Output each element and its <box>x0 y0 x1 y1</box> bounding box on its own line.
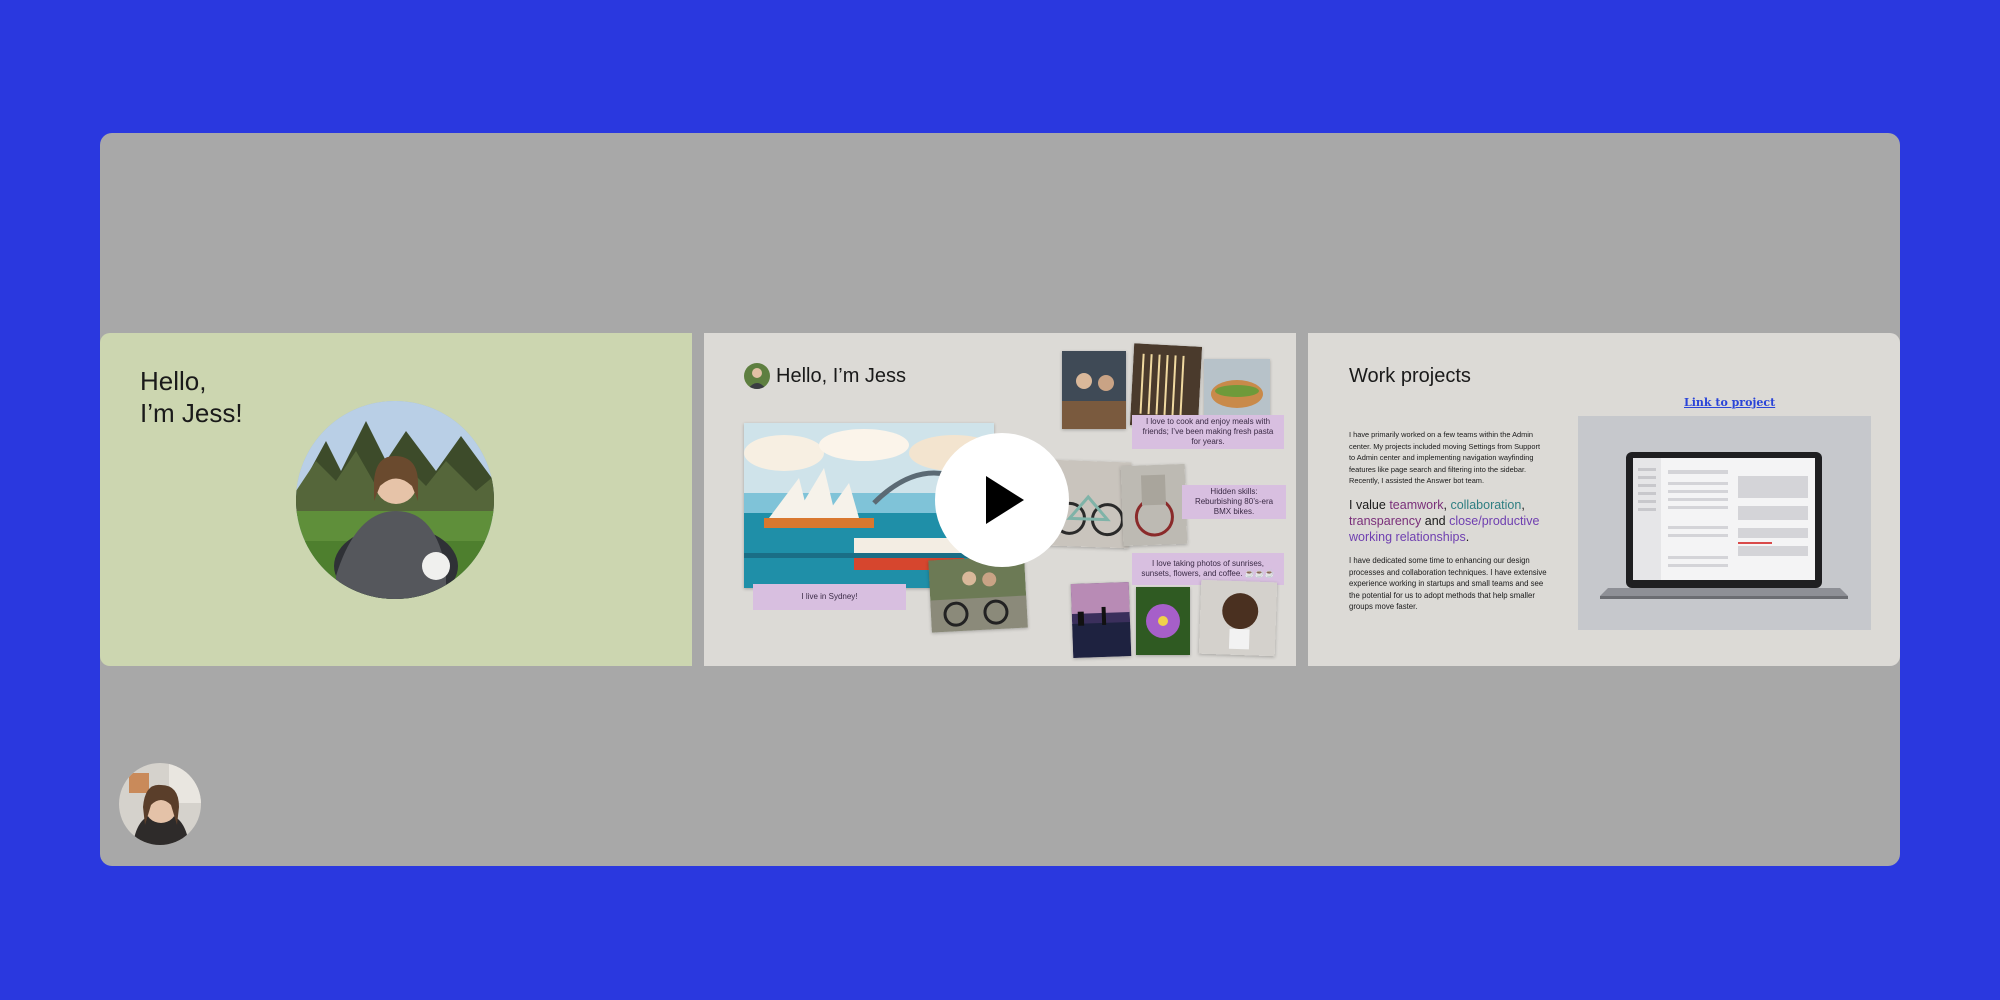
value-transparency: transparency <box>1349 514 1422 528</box>
photo-sandwich <box>1204 359 1270 419</box>
caption-bikes: Hidden skills: Reburbishing 80’s-era BMX… <box>1182 485 1286 519</box>
slide-intro[interactable]: Hello, I’m Jess! <box>100 333 692 666</box>
caption-cooking: I love to cook and enjoy meals with frie… <box>1132 415 1284 449</box>
project-link[interactable]: Link to project <box>1684 396 1775 409</box>
play-icon <box>986 476 1024 524</box>
presentation-stage: Hello, I’m Jess! Hello, I’m Jess I live … <box>100 133 1900 866</box>
values-sep-3: and <box>1421 514 1450 528</box>
intro-title-line1: Hello, <box>140 366 207 396</box>
about-title: Hello, I’m Jess <box>776 365 907 387</box>
photo-coffee <box>1198 579 1278 657</box>
photo-bikes-friends <box>928 555 1028 633</box>
values-sep-2: , <box>1521 498 1525 512</box>
work-title: Work projects <box>1349 365 1471 387</box>
presenter-avatar[interactable] <box>119 763 201 845</box>
photo-friends-meal <box>1062 351 1126 429</box>
intro-title-line2: I’m Jess! <box>140 398 243 428</box>
photo-bmx-2 <box>1120 463 1188 547</box>
work-paragraph-1: I have primarily worked on a few teams w… <box>1349 430 1541 485</box>
work-paragraph-2: I have dedicated some time to enhancing … <box>1349 556 1547 611</box>
values-prefix: I value <box>1349 498 1390 512</box>
play-button[interactable] <box>935 433 1069 567</box>
photo-sunset <box>1070 582 1132 658</box>
small-avatar <box>744 363 770 389</box>
work-values: I value teamwork, collaboration, transpa… <box>1349 497 1549 545</box>
intro-title: Hello, I’m Jess! <box>140 365 243 429</box>
portrait-photo <box>296 401 494 599</box>
photo-flower <box>1136 587 1190 655</box>
value-teamwork: teamwork <box>1389 498 1444 512</box>
caption-sydney: I live in Sydney! <box>753 584 906 610</box>
value-collaboration: collaboration <box>1450 498 1522 512</box>
slide-about[interactable]: Hello, I’m Jess I live in Sydney! I love… <box>704 333 1296 666</box>
laptop-mockup <box>1578 416 1871 630</box>
slide-work[interactable]: Work projects I have primarily worked on… <box>1308 333 1900 666</box>
values-suffix: . <box>1465 530 1470 544</box>
